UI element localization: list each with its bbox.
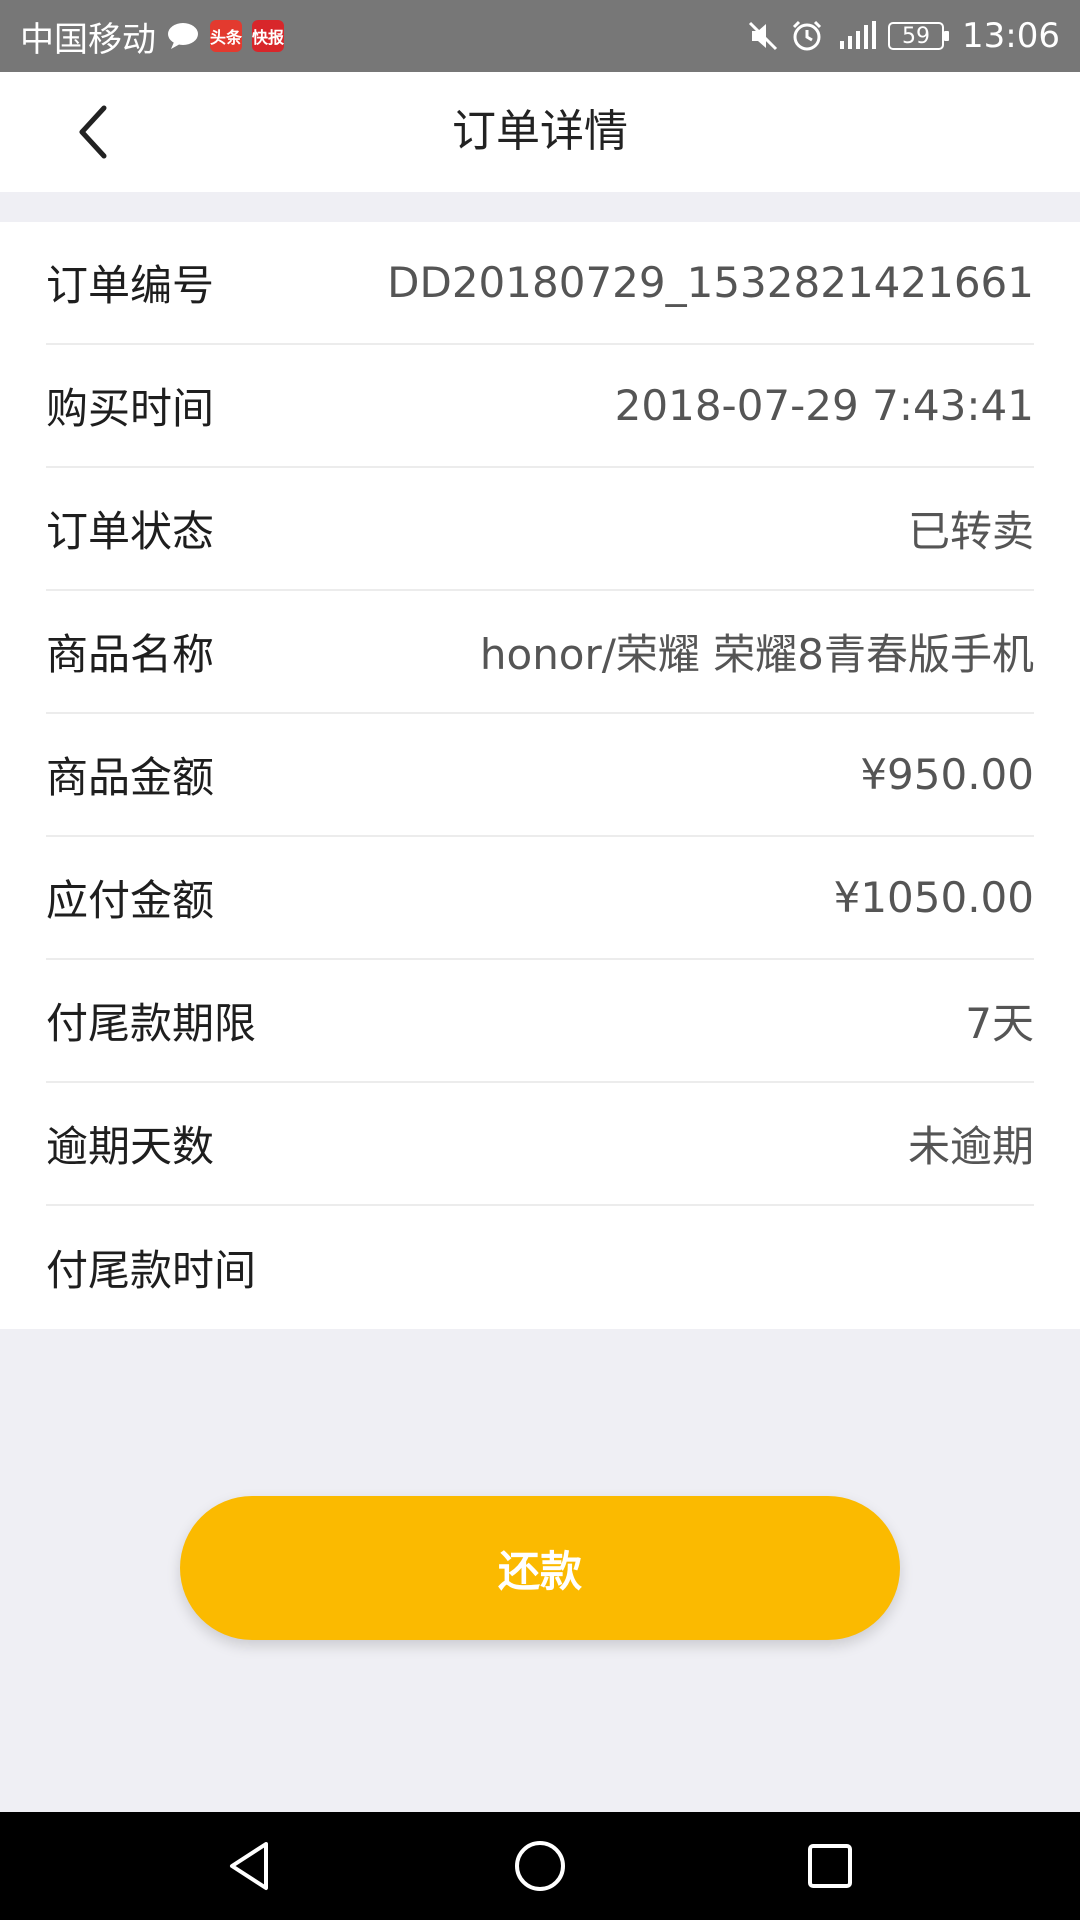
chat-bubble-icon [166,21,200,51]
back-triangle-icon [230,1842,268,1890]
page-title: 订单详情 [452,106,628,157]
detail-row-final-payment-term: 付尾款期限 7天 [46,960,1034,1083]
nav-recents-button[interactable] [790,1826,870,1906]
status-bar-right: 59 13:06 [746,16,1060,56]
detail-value: 2018-07-29 7:43:41 [614,381,1034,430]
detail-label: 订单编号 [46,261,215,310]
detail-value: honor/荣耀 荣耀8青春版手机 [479,630,1034,679]
detail-label: 应付金额 [46,876,215,925]
order-details: 订单编号 DD20180729_1532821421661 购买时间 2018-… [0,222,1080,1329]
mute-icon [746,19,780,53]
detail-label: 付尾款时间 [46,1246,257,1295]
signal-4g-icon [834,19,878,53]
detail-row-product-name: 商品名称 honor/荣耀 荣耀8青春版手机 [46,591,1034,714]
detail-label: 购买时间 [46,384,215,433]
detail-label: 商品名称 [46,630,215,679]
status-bar-left: 中国移动 头条 快报 [20,12,284,61]
header: 订单详情 [0,72,1080,192]
detail-row-order-number: 订单编号 DD20180729_1532821421661 [46,222,1034,345]
app-badge-toutiao: 头条 [210,20,242,52]
battery-icon: 59 [888,22,950,50]
home-circle-icon [515,1841,565,1891]
detail-row-final-payment-time: 付尾款时间 [46,1206,1034,1329]
status-bar: 中国移动 头条 快报 59 13:06 [0,0,1080,72]
detail-value: ¥1050.00 [833,873,1034,922]
detail-row-product-amount: 商品金额 ¥950.00 [46,714,1034,837]
detail-value: ¥950.00 [860,750,1034,799]
detail-value: 未逾期 [907,1122,1034,1171]
detail-row-order-status: 订单状态 已转卖 [46,468,1034,591]
alarm-icon [790,19,824,53]
navigation-bar [0,1812,1080,1920]
recents-square-icon [808,1844,852,1888]
detail-value: 已转卖 [907,507,1034,556]
carrier-name: 中国移动 [20,19,156,60]
nav-back-button[interactable] [210,1826,290,1906]
detail-value: 7天 [965,999,1034,1048]
detail-label: 商品金额 [46,753,215,802]
detail-label: 付尾款期限 [46,999,257,1048]
detail-row-amount-due: 应付金额 ¥1050.00 [46,837,1034,960]
nav-home-button[interactable] [500,1826,580,1906]
app-badge-kuaibao: 快报 [252,20,284,52]
detail-row-overdue-days: 逾期天数 未逾期 [46,1083,1034,1206]
status-time: 13:06 [962,16,1060,56]
detail-label: 订单状态 [46,507,215,556]
detail-label: 逾期天数 [46,1122,215,1171]
detail-value: DD20180729_1532821421661 [387,258,1034,307]
repay-button[interactable]: 还款 [180,1496,900,1640]
detail-row-purchase-time: 购买时间 2018-07-29 7:43:41 [46,345,1034,468]
